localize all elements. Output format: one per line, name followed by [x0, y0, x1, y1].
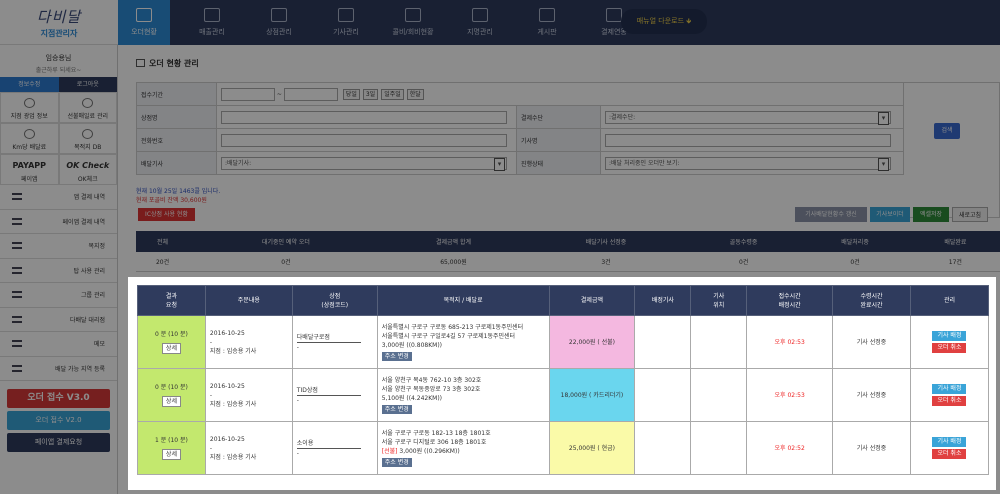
destination-cell: 서울특별시 구로구 구로동 685-213 구로제1동주민센터서울특별시 구로구…: [376, 315, 550, 369]
dash: -: [209, 338, 213, 346]
col-manage: 관리: [909, 285, 990, 316]
wait-time: 0 분 (10 분): [155, 331, 188, 338]
address-jibun: 서울 구로구 구로동 182-13 18층 1801호: [381, 430, 491, 437]
address-road: 서울 구로구 디지털로 306 18층 1801호: [381, 439, 487, 446]
table-row: 0 분 (10 분) 상세 2016-10-25- 지점 : 임승용 기사 다배달구…: [137, 315, 990, 369]
col-pickup: 수령시간 완료시간: [832, 285, 911, 316]
destination-cell: 서울 양천구 목4동 762-10 3층 302호서울 양천구 목동중앙로 73…: [376, 368, 550, 422]
order-cell: 2016-10-25- 지점 : 임승용 기사: [204, 315, 293, 369]
status-text: 기사 선정중: [832, 421, 911, 475]
branch-text: 지점 : 임승용 기사: [209, 400, 257, 408]
order-cell: 2016-10-25- 지점 : 임승용 기사: [204, 421, 293, 475]
status-text: 기사 선정중: [832, 315, 911, 369]
cancel-order-button[interactable]: 오더 취소: [932, 449, 967, 459]
dash: -: [209, 391, 213, 399]
store-cell: 다배달구로점 -: [291, 315, 378, 369]
amount-cell: 25,000원 ( 현금): [548, 421, 636, 475]
order-cell: 2016-10-25- 지점 : 임승용 기사: [204, 368, 293, 422]
address-road: 서울특별시 구로구 구일로4길 57 구로제1동주민센터: [381, 333, 516, 340]
table-row: 0 분 (10 분) 상세 2016-10-25- 지점 : 임승용 기사 TID상…: [137, 368, 990, 422]
header-text: 상점 (상점코드): [321, 292, 349, 309]
detail-button[interactable]: 상세: [161, 449, 181, 460]
store-code: -: [296, 449, 299, 457]
table-row: 1 분 (10 분) 상세 2016-10-25- 지점 : 임승용 기사 소이용 -…: [137, 421, 990, 475]
received-time: 오후 02:53: [746, 315, 834, 369]
assign-driver-button[interactable]: 기사 배정: [932, 331, 967, 341]
header-text: 수령시간 완료시간: [860, 292, 883, 309]
detail-button[interactable]: 상세: [161, 343, 181, 354]
store-cell: TID상점 -: [291, 368, 378, 422]
assign-driver-button[interactable]: 기사 배정: [932, 384, 967, 394]
orders-table: 결과 요청 주문내용 상점 (상점코드) 목적지 / 배달료 결제금액 배정기사…: [137, 285, 990, 475]
delivery-fee: 5,100원 ((4.242KM)): [381, 395, 443, 402]
amount-cell: 22,000원 ( 선불): [548, 315, 636, 369]
address-road: 서울 양천구 목동중앙로 73 3층 302호: [381, 386, 481, 393]
store-code: -: [296, 396, 299, 404]
received-time: 오후 02:53: [746, 368, 834, 422]
store-code: -: [296, 343, 299, 351]
location-cell: [690, 368, 748, 422]
status-text: 기사 선정중: [832, 368, 911, 422]
prepaid-tag: [선불]: [381, 448, 398, 455]
cancel-order-button[interactable]: 오더 취소: [932, 396, 967, 406]
manage-cell: 기사 배정오더 취소: [909, 421, 990, 475]
wait-time: 0 분 (10 분): [155, 384, 188, 391]
col-wait: 결과 요청: [137, 285, 206, 316]
store-name: TID상점: [296, 386, 361, 396]
detail-button[interactable]: 상세: [161, 396, 181, 407]
store-name: 소이용: [296, 439, 361, 449]
manage-cell: 기사 배정오더 취소: [909, 315, 990, 369]
wait-cell: 0 분 (10 분) 상세: [137, 368, 206, 422]
store-cell: 소이용 -: [291, 421, 378, 475]
address-jibun: 서울 양천구 목4동 762-10 3층 302호: [381, 377, 482, 384]
assign-driver-button[interactable]: 기사 배정: [932, 437, 967, 447]
driver-cell: [634, 315, 692, 369]
address-jibun: 서울특별시 구로구 구로동 685-213 구로제1동주민센터: [381, 324, 524, 331]
manage-cell: 기사 배정오더 취소: [909, 368, 990, 422]
header-text: 기사 위치: [713, 292, 725, 309]
order-date: 2016-10-25: [209, 329, 245, 337]
driver-cell: [634, 368, 692, 422]
wait-cell: 1 분 (10 분) 상세: [137, 421, 206, 475]
store-name: 다배달구로점: [296, 333, 361, 343]
col-destination: 목적지 / 배달료: [376, 285, 550, 316]
location-cell: [690, 421, 748, 475]
change-address-button[interactable]: 주소 변경: [381, 352, 412, 361]
delivery-fee: 3,000원 ((0.296KM)): [399, 448, 460, 455]
change-address-button[interactable]: 주소 변경: [381, 458, 412, 467]
cancel-order-button[interactable]: 오더 취소: [932, 343, 967, 353]
branch-text: 지점 : 임승용 기사: [209, 453, 257, 461]
order-date: 2016-10-25: [209, 435, 245, 443]
dash: -: [209, 444, 213, 452]
destination-cell: 서울 구로구 구로동 182-13 18층 1801호서울 구로구 디지털로 3…: [376, 421, 550, 475]
change-address-button[interactable]: 주소 변경: [381, 405, 412, 414]
header-text: 접수시간 배정시간: [778, 292, 801, 309]
wait-time: 1 분 (10 분): [155, 437, 188, 444]
col-amount: 결제금액: [548, 285, 636, 316]
location-cell: [690, 315, 748, 369]
received-time: 오후 02:52: [746, 421, 834, 475]
order-date: 2016-10-25: [209, 382, 245, 390]
col-location: 기사 위치: [690, 285, 748, 316]
delivery-fee: 3,000원 ((0.808KM)): [381, 342, 443, 349]
amount-cell: 18,000원 ( 카드리더기): [548, 368, 636, 422]
col-store: 상점 (상점코드): [291, 285, 378, 316]
driver-cell: [634, 421, 692, 475]
col-received: 접수시간 배정시간: [746, 285, 834, 316]
col-driver: 배정기사: [634, 285, 692, 316]
col-order: 주문내용: [204, 285, 293, 316]
wait-cell: 0 분 (10 분) 상세: [137, 315, 206, 369]
branch-text: 지점 : 임승용 기사: [209, 347, 257, 355]
orders-panel: 결과 요청 주문내용 상점 (상점코드) 목적지 / 배달료 결제금액 배정기사…: [128, 277, 996, 490]
header-text: 결과 요청: [165, 292, 177, 309]
